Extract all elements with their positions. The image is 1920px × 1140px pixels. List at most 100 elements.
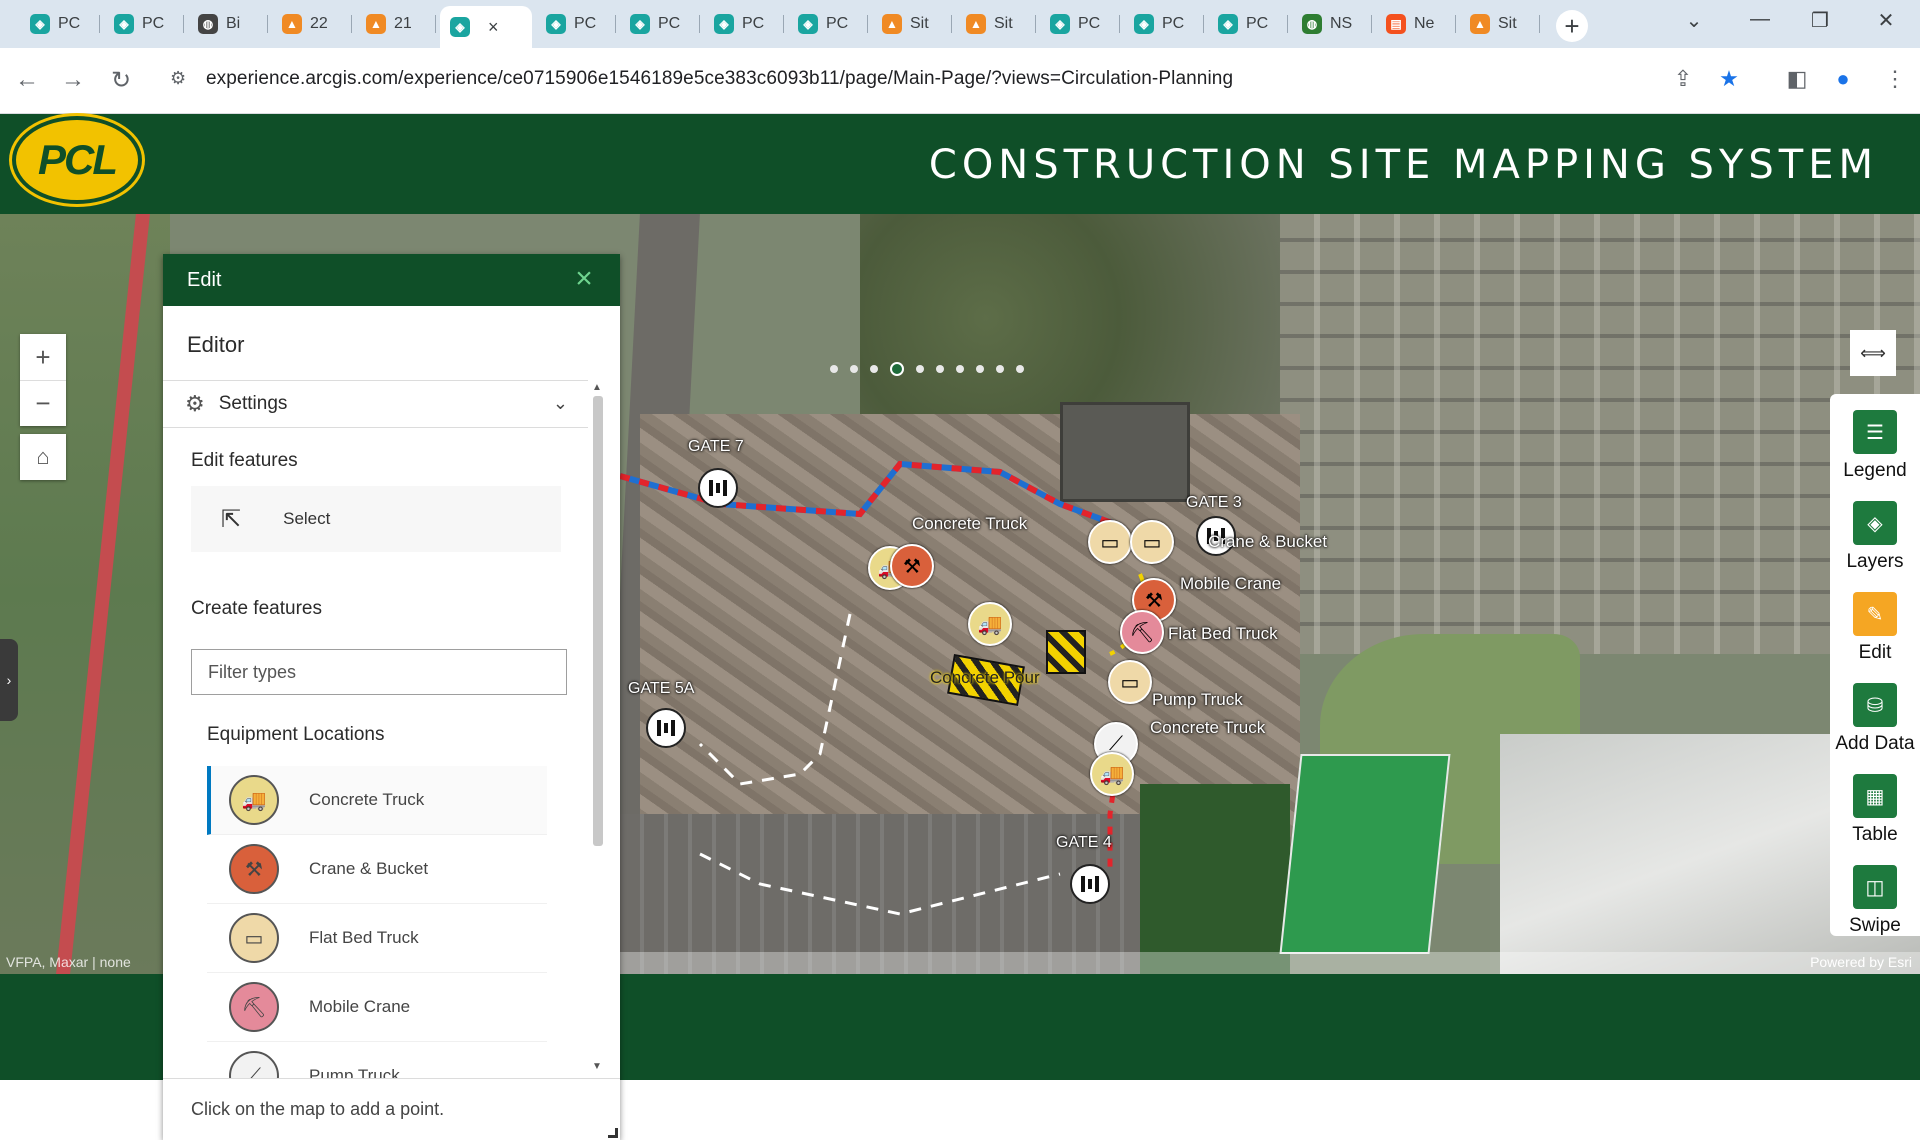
- panel-scrollbar[interactable]: ▲ ▼: [590, 382, 606, 1072]
- tab-label: 21: [394, 15, 412, 32]
- gate-icon[interactable]: [1070, 864, 1110, 904]
- side-panel-icon[interactable]: ◧: [1782, 66, 1812, 92]
- arcgis-experience-app: PCL CONSTRUCTION SITE MAPPING SYSTEM + −…: [0, 114, 1920, 1140]
- browser-tab[interactable]: ◈ PC: [788, 6, 868, 42]
- tab-label: PC: [742, 15, 765, 32]
- filter-types-input[interactable]: Filter types: [191, 649, 567, 695]
- edit-widget-button[interactable]: ✎ Edit: [1830, 592, 1920, 684]
- page-dot[interactable]: [830, 365, 838, 373]
- close-tab-icon[interactable]: ×: [488, 17, 499, 38]
- mobile-crane-marker[interactable]: ⛏: [1120, 610, 1164, 654]
- forward-icon[interactable]: →: [58, 66, 88, 94]
- browser-tab[interactable]: ◈ PC: [1208, 6, 1288, 42]
- tab-label: PC: [574, 15, 597, 32]
- browser-tab[interactable]: ◈ PC: [104, 6, 184, 42]
- scrollbar-thumb[interactable]: [593, 396, 603, 846]
- browser-tab[interactable]: ◍ NS: [1292, 6, 1372, 42]
- gate-icon[interactable]: [698, 468, 738, 508]
- browser-tab[interactable]: ◈ ×: [440, 6, 532, 48]
- reload-icon[interactable]: ↻: [106, 66, 136, 95]
- browser-tab[interactable]: ▲ Sit: [1460, 6, 1540, 42]
- tab-search-icon[interactable]: ⌄: [1674, 8, 1714, 33]
- tab-separator: [435, 15, 436, 33]
- esri-attribution[interactable]: Powered by Esri: [1810, 954, 1912, 970]
- map-label: Concrete Truck: [912, 514, 1028, 533]
- browser-tab[interactable]: ◈ PC: [1040, 6, 1120, 42]
- close-icon[interactable]: ×: [570, 264, 598, 294]
- browser-tab[interactable]: ◍ Bi: [188, 6, 268, 42]
- layers-widget-button[interactable]: ◈ Layers: [1830, 501, 1920, 593]
- flat-bed-truck-marker[interactable]: ▭: [1088, 520, 1132, 564]
- browser-tab[interactable]: ▲ Sit: [872, 6, 952, 42]
- widget-label: Swipe: [1849, 915, 1901, 936]
- tab-separator: [99, 15, 100, 33]
- scroll-up-icon[interactable]: ▲: [592, 382, 602, 393]
- truck-route-line: [619, 460, 1122, 529]
- feature-type-item[interactable]: ⛏ Mobile Crane: [207, 973, 547, 1042]
- gate-icon[interactable]: [646, 708, 686, 748]
- page-dot[interactable]: [870, 365, 878, 373]
- gate-label: GATE 5A: [628, 680, 695, 697]
- feature-type-item[interactable]: ▭ Flat Bed Truck: [207, 904, 547, 973]
- walk-route-line-2: [699, 852, 1061, 916]
- table-widget-button[interactable]: ▦ Table: [1830, 774, 1920, 866]
- home-icon[interactable]: ⌂: [20, 434, 66, 480]
- page-dot[interactable]: [850, 365, 858, 373]
- settings-toggle[interactable]: ⚙ Settings ⌄: [163, 380, 588, 428]
- edit-features-title: Edit features: [191, 450, 298, 471]
- widget-label: Add Data: [1835, 733, 1915, 754]
- legend-widget-button[interactable]: ☰ Legend: [1830, 410, 1920, 502]
- page-dot[interactable]: [996, 365, 1004, 373]
- select-feature-button[interactable]: ⇱ Select: [191, 486, 561, 552]
- profile-avatar-icon[interactable]: ●: [1828, 66, 1858, 92]
- page-dot[interactable]: [976, 365, 984, 373]
- new-tab-button[interactable]: +: [1556, 10, 1588, 42]
- page-dot[interactable]: [916, 365, 924, 373]
- browser-tab[interactable]: ◈ PC: [704, 6, 784, 42]
- arcgis-icon: ▲: [366, 14, 386, 34]
- close-window-icon[interactable]: ✕: [1866, 8, 1906, 33]
- page-dot[interactable]: [956, 365, 964, 373]
- globe-icon: ◍: [198, 14, 218, 34]
- browser-tab[interactable]: ◈ PC: [620, 6, 700, 42]
- address-bar[interactable]: ⚙ experience.arcgis.com/experience/ce071…: [160, 58, 1720, 100]
- bookmark-star-icon[interactable]: ★: [1714, 66, 1744, 92]
- scroll-down-icon[interactable]: ▼: [592, 1061, 602, 1072]
- share-icon[interactable]: ⇪: [1668, 66, 1698, 92]
- browser-tab[interactable]: ◈ PC: [536, 6, 616, 42]
- restore-icon[interactable]: ❐: [1800, 8, 1840, 33]
- page-dot[interactable]: [1016, 365, 1024, 373]
- browser-tab[interactable]: ▤ Ne: [1376, 6, 1456, 42]
- minimize-icon[interactable]: —: [1740, 8, 1780, 31]
- tab-label: 22: [310, 15, 328, 32]
- tab-separator: [1119, 15, 1120, 33]
- flat-bed-truck-marker[interactable]: ▭: [1108, 660, 1152, 704]
- browser-tab[interactable]: ▲ 21: [356, 6, 436, 42]
- concrete-truck-marker[interactable]: 🚚: [1090, 752, 1134, 796]
- feature-type-label: Crane & Bucket: [309, 859, 429, 878]
- swipe-widget-button[interactable]: ◫ Swipe: [1830, 865, 1920, 957]
- crane-bucket-marker[interactable]: ⚒: [890, 544, 934, 588]
- add-data-widget-button[interactable]: ⛁ Add Data: [1830, 683, 1920, 775]
- browser-tab[interactable]: ▲ Sit: [956, 6, 1036, 42]
- back-icon[interactable]: ←: [12, 66, 42, 94]
- expand-sidebar-icon[interactable]: ›: [0, 639, 18, 721]
- page-dot[interactable]: [890, 362, 904, 376]
- feature-type-item[interactable]: 🚚 Concrete Truck: [207, 766, 547, 835]
- resize-handle-icon[interactable]: [608, 1128, 618, 1138]
- zoom-out-icon[interactable]: −: [20, 380, 66, 426]
- site-info-icon[interactable]: ⚙: [170, 68, 186, 89]
- pcl-app-icon: ◈: [30, 14, 50, 34]
- tab-separator: [183, 15, 184, 33]
- measure-icon[interactable]: ⟺: [1850, 330, 1896, 376]
- zoom-in-icon[interactable]: +: [20, 334, 66, 380]
- concrete-truck-marker[interactable]: 🚚: [968, 602, 1012, 646]
- browser-tab[interactable]: ▲ 22: [272, 6, 352, 42]
- browser-tab[interactable]: ◈ PC: [1124, 6, 1204, 42]
- flat-bed-truck-marker[interactable]: ▭: [1130, 520, 1174, 564]
- feature-type-item[interactable]: ⚒ Crane & Bucket: [207, 835, 547, 904]
- browser-menu-icon[interactable]: ⋮: [1880, 66, 1910, 92]
- browser-tab[interactable]: ◈ PC: [20, 6, 100, 42]
- concrete-pour-zone[interactable]: [1046, 630, 1086, 674]
- page-dot[interactable]: [936, 365, 944, 373]
